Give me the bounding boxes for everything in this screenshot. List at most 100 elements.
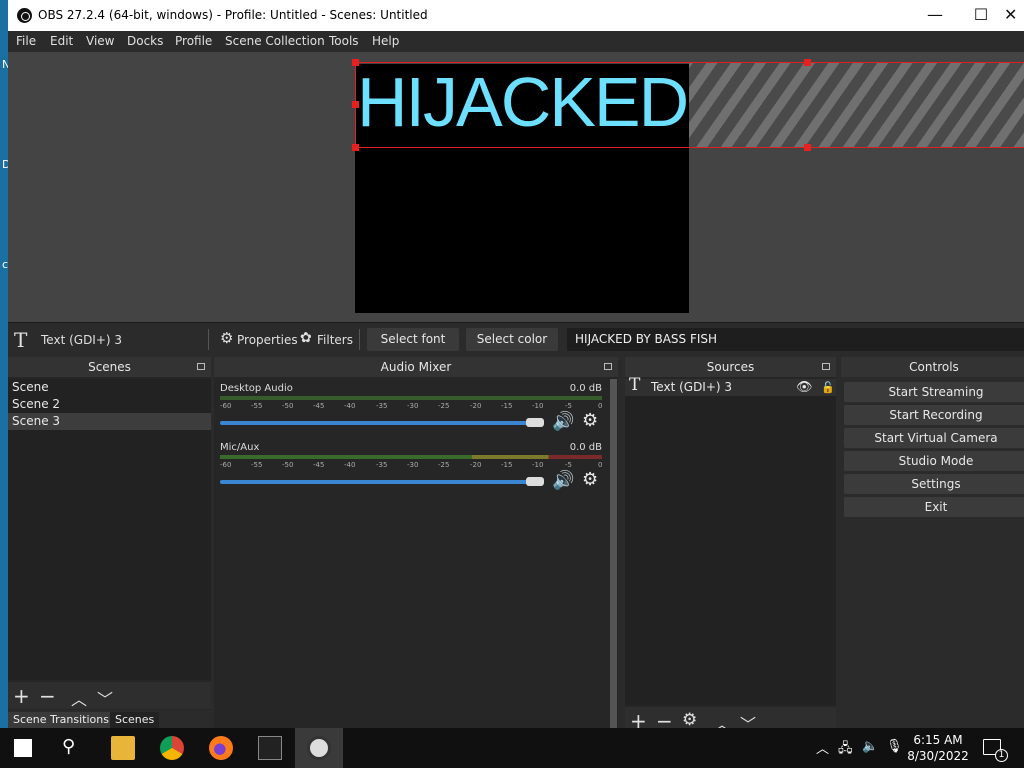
menu-scene-collection[interactable]: Scene Collection [225,34,325,48]
start-streaming-button[interactable]: Start Streaming [844,382,1024,402]
scenes-list: Scene Scene 2 Scene 3 [8,379,211,680]
remove-icon[interactable]: − [39,684,56,708]
system-clock[interactable]: 6:15 AM 8/30/2022 [905,732,971,764]
menu-file[interactable]: File [16,34,36,48]
source-item[interactable]: T Text (GDI+) 3 👁 🔓 [625,375,836,396]
move-up-icon[interactable]: ︿ [714,711,730,728]
title-bar: OBS 27.2.4 (64-bit, windows) - Profile: … [8,0,1024,31]
date: 8/30/2022 [907,749,969,763]
volume-meter [220,455,602,459]
close-button[interactable]: ✕ [1004,0,1024,31]
properties-button[interactable]: Properties [237,333,298,347]
sources-dock: Sources T Text (GDI+) 3 👁 🔓 + − ⚙ ︿ ﹀ [625,357,836,728]
gear-icon[interactable]: ⚙ [582,410,598,431]
filters-icon[interactable]: ✿ [300,330,312,346]
controls-header: Controls [841,357,1024,377]
meter-scale: -60 -55 -50 -45 -40 -35 -30 -25 -20 -15 -10 -5 0 [220,461,603,469]
meter-scale: -60 -55 -50 -45 -40 -35 -30 -25 -20 -15 -10 -5 0 [220,402,603,410]
audio-mixer-header: Audio Mixer [214,357,618,377]
resize-handle[interactable] [352,144,359,151]
resize-handle[interactable] [804,144,811,151]
menu-docks[interactable]: Docks [127,34,163,48]
notification-icon[interactable]: 1 [983,739,1008,762]
source-item-label: Text (GDI+) 3 [651,380,733,394]
text-source-icon: T [629,375,641,395]
terminal-icon[interactable] [258,736,282,760]
sources-list: T Text (GDI+) 3 👁 🔓 [625,375,836,705]
speaker-icon[interactable]: 🔊 [552,411,574,432]
add-icon[interactable]: + [13,684,30,708]
channel-name: Desktop Audio [220,383,293,394]
obs-logo-icon [17,8,32,23]
gear-icon[interactable]: ⚙ [220,329,233,347]
settings-button[interactable]: Settings [844,474,1024,494]
microphone-icon[interactable]: 🎙 [886,739,903,754]
sources-header: Sources [625,357,836,377]
scrollbar[interactable] [610,379,617,728]
obs-taskbar-button[interactable] [295,728,343,768]
resize-handle[interactable] [352,101,359,108]
menu-profile[interactable]: Profile [175,34,212,48]
float-icon[interactable] [197,363,205,370]
volume-slider[interactable] [220,480,544,484]
start-recording-button[interactable]: Start Recording [844,405,1024,425]
float-icon[interactable] [604,363,612,370]
chrome-icon[interactable] [160,736,184,760]
obs-window: OBS 27.2.4 (64-bit, windows) - Profile: … [8,0,1024,728]
search-icon[interactable]: ⚲ [62,736,75,757]
volume-meter [220,396,602,400]
volume-slider[interactable] [220,421,544,425]
network-icon[interactable]: 🖧 [838,739,853,761]
add-icon[interactable]: + [630,709,647,728]
move-up-icon[interactable]: ︿ [71,686,87,710]
scene-item-selected[interactable]: Scene 3 [8,413,211,430]
speaker-icon[interactable]: 🔊 [552,470,574,491]
file-explorer-icon[interactable] [111,736,135,760]
firefox-icon[interactable] [209,736,233,760]
scenes-toolbar: + − ︿ ﹀ [8,682,211,709]
menu-edit[interactable]: Edit [50,34,73,48]
eye-icon[interactable]: 👁 [796,379,813,396]
gear-icon[interactable]: ⚙ [682,710,697,728]
resize-handle[interactable] [804,59,811,66]
tab-scene-transitions[interactable]: Scene Transitions [8,712,114,728]
minimize-button[interactable]: — [912,0,958,31]
exit-button[interactable]: Exit [844,497,1024,517]
move-down-icon[interactable]: ﹀ [740,711,756,728]
float-icon[interactable] [822,363,830,370]
menu-tools[interactable]: Tools [329,34,359,48]
scene-item[interactable]: Scene 2 [8,396,211,413]
maximize-button[interactable]: ☐ [958,0,1004,31]
lock-icon[interactable]: 🔓 [821,379,835,396]
start-virtual-camera-button[interactable]: Start Virtual Camera [844,428,1024,448]
chevron-up-icon[interactable]: ︿ [816,738,829,757]
move-down-icon[interactable]: ﹀ [97,686,113,710]
text-input[interactable]: HIJACKED BY BASS FISH [567,328,1024,351]
menu-help[interactable]: Help [372,34,399,48]
taskbar: ⚲ ︿ 🖧 🔈 🎙 6:15 AM 8/30/2022 1 [0,728,1024,768]
channel-db: 0.0 dB [569,442,602,453]
gear-icon[interactable]: ⚙ [582,469,598,490]
channel-name: Mic/Aux [220,442,260,453]
divider [359,329,360,350]
filters-button[interactable]: Filters [317,333,353,347]
tab-scenes[interactable]: Scenes [110,712,160,728]
volume-slider-knob[interactable] [526,477,544,486]
time: 6:15 AM [913,733,963,747]
menu-bar: File Edit View Docks Profile Scene Colle… [8,31,1024,52]
desktop-strip: N D c [0,0,10,728]
resize-handle[interactable] [352,59,359,66]
channel-db: 0.0 dB [569,383,602,394]
windows-start-icon[interactable] [14,739,32,757]
remove-icon[interactable]: − [656,709,673,728]
preview-area[interactable]: HIJACKED [8,52,1024,322]
window-title: OBS 27.2.4 (64-bit, windows) - Profile: … [38,8,428,22]
volume-slider-knob[interactable] [526,418,544,427]
select-font-button[interactable]: Select font [367,328,459,351]
scene-item[interactable]: Scene [8,379,211,396]
select-color-button[interactable]: Select color [466,328,558,351]
speaker-icon[interactable]: 🔈 [862,739,878,754]
selection-box[interactable] [355,62,1024,148]
studio-mode-button[interactable]: Studio Mode [844,451,1024,471]
menu-view[interactable]: View [86,34,114,48]
